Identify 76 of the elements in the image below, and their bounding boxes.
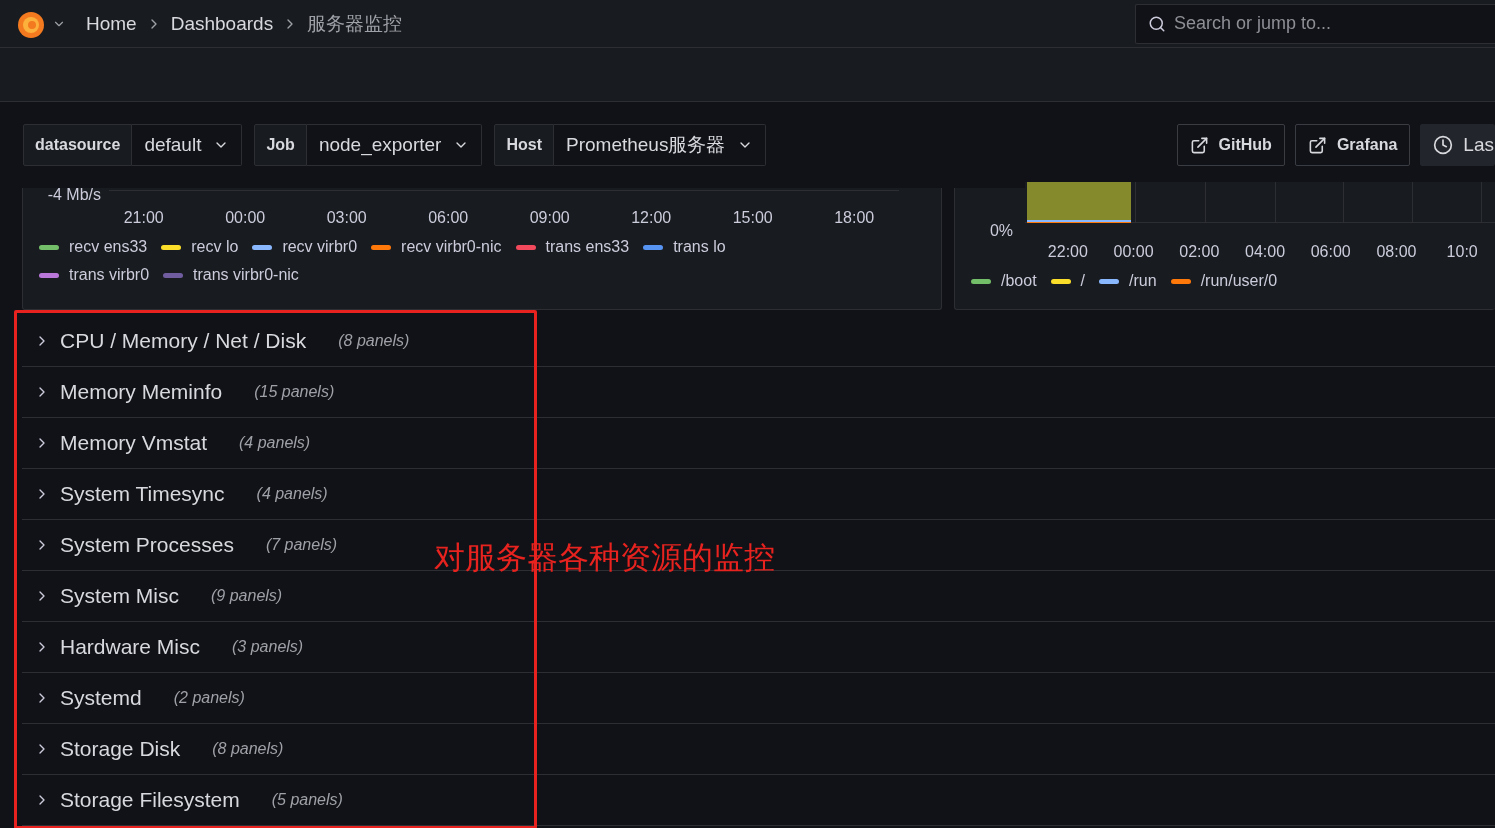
- legend-label[interactable]: /: [1080, 272, 1086, 290]
- axis-tick: 04:00: [1244, 243, 1287, 261]
- legend-label[interactable]: recv virbr0: [282, 238, 358, 256]
- row-title: Systemd: [60, 686, 142, 710]
- collapsible-row[interactable]: System Processes (7 panels): [34, 525, 338, 565]
- axis-tick: 15:00: [731, 209, 774, 227]
- row-title: Storage Disk: [60, 737, 181, 761]
- panel-count: (8 panels): [338, 332, 410, 350]
- row-title: Memory Vmstat: [60, 431, 208, 455]
- axis-tick: 09:00: [528, 209, 571, 227]
- legend-label[interactable]: trans virbr0: [69, 266, 150, 284]
- search-icon: [1148, 14, 1166, 33]
- legend-label[interactable]: /run: [1129, 272, 1157, 290]
- search-field[interactable]: Search or jump to...: [1135, 3, 1495, 44]
- panel-count: (7 panels): [265, 536, 338, 554]
- row-title: Hardware Misc: [60, 635, 201, 659]
- axis-tick: 18:00: [833, 209, 876, 227]
- axis-tick: 03:00: [325, 209, 368, 227]
- panel-count: (2 panels): [173, 689, 245, 707]
- variable-label: Host: [494, 124, 554, 166]
- panel-count: (3 panels): [232, 638, 304, 656]
- axis-label: -4 Mb/s: [46, 186, 101, 204]
- collapsible-row[interactable]: Systemd (2 panels): [34, 678, 245, 718]
- row-title: Storage Filesystem: [60, 788, 240, 812]
- legend-label[interactable]: trans ens33: [545, 238, 630, 256]
- external-link-icon: [1307, 135, 1327, 155]
- link-button[interactable]: GitHub: [1176, 124, 1285, 166]
- breadcrumb-link[interactable]: Dashboards: [170, 12, 274, 35]
- variable-label: datasource: [23, 124, 133, 166]
- collapsible-row[interactable]: CPU / Memory / Net / Disk (8 panels): [34, 321, 410, 361]
- axis-tick: 12:00: [630, 209, 673, 227]
- axis-tick: 00:00: [1112, 243, 1155, 261]
- legend-label[interactable]: recv virbr0-nic: [401, 238, 502, 256]
- external-link-icon: [1189, 135, 1209, 155]
- row-title: System Timesync: [60, 482, 225, 506]
- variable-select[interactable]: Prometheus服务器: [554, 124, 767, 166]
- time-picker-button[interactable]: Las: [1420, 124, 1495, 166]
- variable-select[interactable]: node_exporter: [306, 124, 483, 166]
- legend-label[interactable]: recv ens33: [69, 238, 148, 256]
- axis-label: 0%: [988, 222, 1013, 240]
- breadcrumb-link[interactable]: Home: [86, 12, 137, 35]
- panel-count: (5 panels): [271, 791, 343, 809]
- row-title: CPU / Memory / Net / Disk: [60, 329, 307, 353]
- collapsible-row[interactable]: Storage Disk (8 panels): [34, 729, 284, 769]
- breadcrumb-link[interactable]: 服务器监控: [307, 10, 403, 37]
- axis-tick: 21:00: [122, 209, 165, 227]
- link-button[interactable]: Grafana: [1294, 124, 1411, 166]
- legend-label[interactable]: recv lo: [191, 238, 239, 256]
- legend-label[interactable]: trans lo: [673, 238, 726, 256]
- legend-label[interactable]: trans virbr0-nic: [193, 266, 299, 284]
- legend-label[interactable]: /boot: [1001, 272, 1037, 290]
- axis-tick: 06:00: [1309, 243, 1352, 261]
- axis-tick: 10:0: [1445, 243, 1479, 261]
- variable-label: Job: [254, 124, 307, 166]
- clock-icon: [1433, 135, 1454, 155]
- panel-count: (4 panels): [256, 485, 328, 503]
- collapsible-row[interactable]: System Timesync (4 panels): [34, 474, 328, 514]
- collapsible-row[interactable]: Storage Filesystem (5 panels): [34, 780, 343, 820]
- variable-select[interactable]: default: [132, 124, 243, 166]
- axis-tick: 02:00: [1178, 243, 1221, 261]
- axis-tick: 08:00: [1375, 243, 1418, 261]
- panel-count: (4 panels): [239, 434, 311, 452]
- collapsible-row[interactable]: System Misc (9 panels): [34, 576, 283, 616]
- collapsible-row[interactable]: Hardware Misc (3 panels): [34, 627, 304, 667]
- panel-count: (15 panels): [254, 383, 335, 401]
- axis-tick: 06:00: [427, 209, 470, 227]
- row-title: System Misc: [60, 584, 179, 608]
- row-title: System Processes: [60, 533, 234, 557]
- legend-label[interactable]: /run/user/0: [1200, 272, 1278, 290]
- panel-count: (9 panels): [211, 587, 283, 605]
- axis-tick: 00:00: [224, 209, 267, 227]
- collapsible-row[interactable]: Memory Vmstat (4 panels): [34, 423, 311, 463]
- axis-tick: 22:00: [1046, 243, 1089, 261]
- row-title: Memory Meminfo: [60, 380, 223, 404]
- panel-count: (8 panels): [212, 740, 284, 758]
- collapsible-row[interactable]: Memory Meminfo (15 panels): [34, 372, 335, 412]
